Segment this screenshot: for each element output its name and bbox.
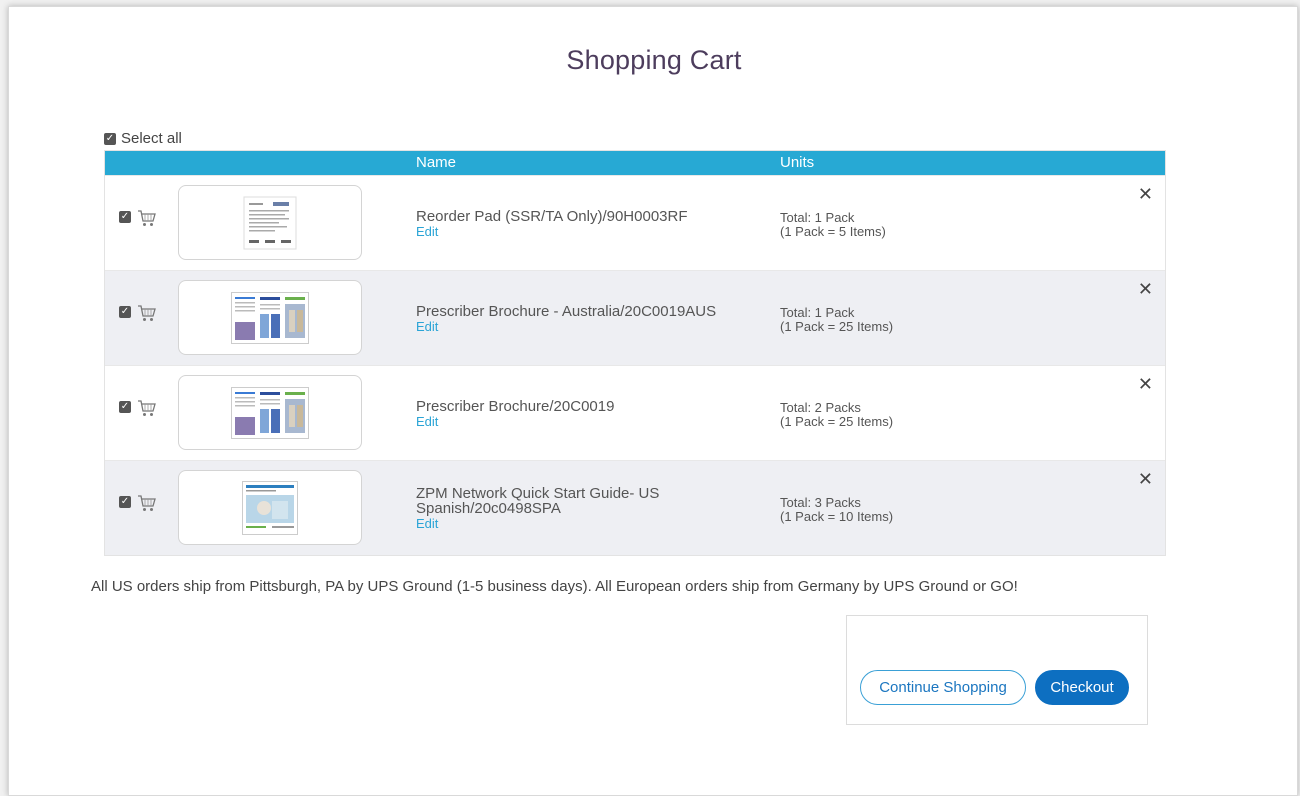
name-cell: Prescriber Brochure - Australia/20C0019A… xyxy=(416,271,756,366)
product-name: Prescriber Brochure - Australia/20C0019A… xyxy=(416,302,717,320)
document-thumbnail-icon xyxy=(243,196,297,249)
table-row: ✓ xyxy=(105,365,1165,460)
table-row: ✓ xyxy=(105,270,1165,365)
page-title: Shopping Cart xyxy=(566,45,742,75)
remove-icon[interactable]: ✕ xyxy=(1138,184,1153,205)
row-checkbox[interactable]: ✓ xyxy=(119,306,131,318)
checkout-button[interactable]: Checkout xyxy=(1035,670,1129,705)
guide-thumbnail-icon xyxy=(242,480,298,535)
remove-icon[interactable]: ✕ xyxy=(1138,469,1153,490)
product-name: Reorder Pad (SSR/TA Only)/90H0003RF xyxy=(416,207,688,225)
row-checkbox[interactable]: ✓ xyxy=(119,401,131,413)
units-pack: (1 Pack = 25 Items) xyxy=(780,413,894,429)
brochure-thumbnail-icon xyxy=(231,291,309,344)
cart-icon xyxy=(138,210,156,226)
units-total: Total: 1 Pack xyxy=(780,209,855,225)
product-thumbnail[interactable] xyxy=(178,185,362,260)
edit-link[interactable]: Edit xyxy=(416,319,756,334)
cart-icon xyxy=(138,400,156,416)
product-name: ZPM Network Quick Start Guide- US Spanis… xyxy=(416,485,660,517)
name-cell: Reorder Pad (SSR/TA Only)/90H0003RF Edit xyxy=(416,176,756,271)
units-cell: Total: 3 Packs (1 Pack = 10 Items) xyxy=(780,461,893,556)
header-name: Name xyxy=(416,154,457,171)
units-cell: Total: 2 Packs (1 Pack = 25 Items) xyxy=(780,366,893,461)
table-header: Name Units xyxy=(105,151,1165,175)
units-total: Total: 2 Packs xyxy=(780,399,861,415)
units-cell: Total: 1 Pack (1 Pack = 25 Items) xyxy=(780,271,893,366)
shipping-note: All US orders ship from Pittsburgh, PA b… xyxy=(91,578,1018,595)
units-cell: Total: 1 Pack (1 Pack = 5 Items) xyxy=(780,176,886,271)
header-units: Units xyxy=(780,154,815,171)
continue-shopping-button[interactable]: Continue Shopping xyxy=(860,670,1026,705)
name-cell: Prescriber Brochure/20C0019 Edit xyxy=(416,366,756,461)
brochure-thumbnail-icon xyxy=(231,386,309,439)
table-row: ✓ xyxy=(105,175,1165,270)
name-cell: ZPM Network Quick Start Guide- US Spanis… xyxy=(416,461,756,556)
table-row: ✓ ZPM Network Quick Start Guide- US Span… xyxy=(105,460,1165,555)
row-checkbox[interactable]: ✓ xyxy=(119,211,131,223)
row-checkbox[interactable]: ✓ xyxy=(119,496,131,508)
select-all-label: Select all xyxy=(121,130,182,147)
product-thumbnail[interactable] xyxy=(178,375,362,450)
edit-link[interactable]: Edit xyxy=(416,414,756,429)
units-total: Total: 3 Packs xyxy=(780,494,861,510)
product-thumbnail[interactable] xyxy=(178,280,362,355)
product-name: Prescriber Brochure/20C0019 xyxy=(416,397,615,415)
cart-actions-panel: Continue Shopping Checkout xyxy=(846,615,1148,725)
remove-icon[interactable]: ✕ xyxy=(1138,279,1153,300)
edit-link[interactable]: Edit xyxy=(416,516,756,531)
cart-icon xyxy=(138,495,156,511)
select-all-checkbox[interactable]: ✓ xyxy=(104,132,116,145)
cart-table: Name Units ✓ Reorder Pad (SSR/TA Only)/9… xyxy=(104,150,1166,556)
cart-icon xyxy=(138,305,156,321)
cart-page: Shopping Cart ✓ Select all Name Units ✓ xyxy=(8,6,1298,796)
units-pack: (1 Pack = 5 Items) xyxy=(780,223,886,239)
edit-link[interactable]: Edit xyxy=(416,224,756,239)
select-all-control[interactable]: ✓ Select all xyxy=(104,130,182,147)
product-thumbnail[interactable] xyxy=(178,470,362,545)
remove-icon[interactable]: ✕ xyxy=(1138,374,1153,395)
units-pack: (1 Pack = 25 Items) xyxy=(780,318,894,334)
units-pack: (1 Pack = 10 Items) xyxy=(780,508,894,524)
units-total: Total: 1 Pack xyxy=(780,304,855,320)
